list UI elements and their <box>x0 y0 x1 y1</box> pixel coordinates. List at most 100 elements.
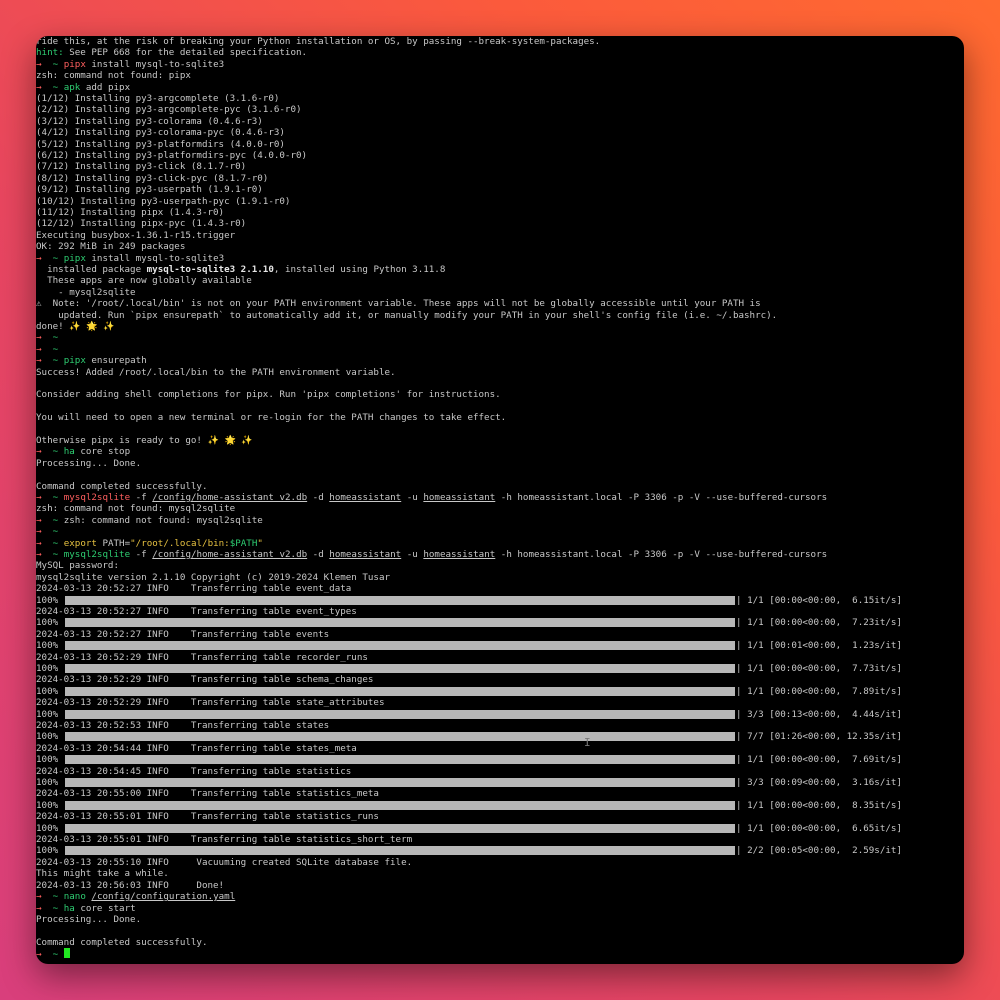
progress-bar <box>65 709 735 719</box>
output-line: These apps are now globally available <box>36 275 252 287</box>
prompt-dir: ~ <box>52 343 59 355</box>
db-path: /config/home-assistant_v2.db <box>152 549 308 560</box>
prompt-dir: ~ <box>52 549 59 560</box>
progress-stats: | 1/1 [00:00<00:00, 6.15it/s] <box>736 594 902 606</box>
text-cursor-icon: I <box>584 736 591 749</box>
progress-stats: | 3/3 [00:13<00:00, 4.44s/it] <box>736 708 902 720</box>
command-name: mysql2sqlite <box>63 492 131 503</box>
terminal-cursor <box>63 948 70 959</box>
command-name: ha <box>63 902 75 914</box>
progress-bar <box>65 664 735 673</box>
db-user: homeassistant <box>423 492 496 503</box>
prompt-line: → ~ <box>36 526 58 537</box>
progress-bar <box>65 595 735 605</box>
output-line: hint: See PEP 668 for the detailed speci… <box>36 47 308 59</box>
progress-percent: 100% <box>36 731 59 743</box>
progress-percent: 100% <box>36 754 59 766</box>
progress-stats: | 1/1 [00:00<00:00, 7.69it/s] <box>736 754 902 766</box>
active-prompt[interactable]: → ~ <box>36 948 70 960</box>
progress-line: 100% | 1/1 [00:00<00:00, 7.89it/s] <box>36 686 964 697</box>
prompt-arrow-icon: → <box>36 514 42 526</box>
progress-stats: | 7/7 [01:26<00:00, 12.35s/it] <box>736 731 902 743</box>
transfer-log-line: 2024-03-13 20:55:01 INFO Transferring ta… <box>36 834 413 845</box>
prompt-arrow-icon: → <box>36 537 42 549</box>
prompt-line: → ~ zsh: command not found: mysql2sqlite <box>36 514 263 526</box>
prompt-dir: ~ <box>52 891 59 903</box>
output-line: Processing... Done. <box>36 457 142 469</box>
progress-line: 100% | 7/7 [01:26<00:00, 12.35s/it] <box>36 731 964 742</box>
progress-percent: 100% <box>36 617 59 629</box>
output-line: (2/12) Installing py3-argcomplete-pyc (3… <box>36 104 302 116</box>
output-line: Processing... Done. <box>36 914 142 925</box>
command-args: ensurepath <box>85 355 147 367</box>
progress-stats: | 3/3 [00:09<00:00, 3.16s/it] <box>736 777 902 788</box>
prompt-line: → ~ <box>36 332 58 343</box>
output-line: zsh: command not found: pipx <box>36 70 191 82</box>
env-var: $PATH <box>229 537 258 549</box>
warning-line: ⚠ Note: '/root/.local/bin' is not on you… <box>36 298 761 310</box>
prompt-arrow-icon: → <box>36 526 42 538</box>
progress-bar <box>65 800 735 810</box>
output-line: OK: 292 MiB in 249 packages <box>36 241 186 253</box>
command-args: install mysql-to-sqlite3 <box>85 252 225 264</box>
progress-bar <box>65 778 735 787</box>
output-line: (10/12) Installing py3-userpath-pyc (1.9… <box>36 195 291 207</box>
output-line: - mysql2sqlite <box>36 286 136 298</box>
prompt-arrow-icon: → <box>36 81 42 93</box>
prompt-dir: ~ <box>52 355 59 367</box>
output-line: 2024-03-13 20:56:03 INFO Done! <box>36 879 225 891</box>
prompt-arrow-icon: → <box>36 343 42 355</box>
prompt-dir: ~ <box>52 81 59 93</box>
progress-line: 100% | 2/2 [00:05<00:00, 2.59s/it] <box>36 845 964 856</box>
command-args: install mysql-to-sqlite3 <box>85 58 225 70</box>
progress-line: 100% | 1/1 [00:01<00:00, 1.23s/it] <box>36 640 964 651</box>
prompt-dir: ~ <box>52 58 59 70</box>
package-name: mysql-to-sqlite3 2.1.10 <box>146 264 274 275</box>
transfer-log-line: 2024-03-13 20:52:27 INFO Transferring ta… <box>36 583 352 595</box>
transfer-log-line: 2024-03-13 20:52:29 INFO Transferring ta… <box>36 697 385 709</box>
transfer-log-line: 2024-03-13 20:52:53 INFO Transferring ta… <box>36 720 330 731</box>
output-line: MySQL password: <box>36 560 119 572</box>
transfer-log-line: 2024-03-13 20:54:45 INFO Transferring ta… <box>36 765 352 777</box>
prompt-arrow-icon: → <box>36 902 42 914</box>
hint-label: hint: <box>36 47 64 59</box>
prompt-arrow-icon: → <box>36 58 42 70</box>
prompt-line: → ~ pipx ensurepath <box>36 355 147 366</box>
prompt-dir: ~ <box>52 537 59 549</box>
output-line: (11/12) Installing pipx (1.4.3-r0) <box>36 207 225 218</box>
command-name: nano <box>63 891 86 903</box>
progress-line: 100% | 1/1 [00:00<00:00, 7.69it/s] <box>36 754 964 765</box>
progress-bar <box>65 618 735 628</box>
progress-line: 100% | 1/1 [00:00<00:00, 7.23it/s] <box>36 617 964 628</box>
output-line: (3/12) Installing py3-colorama (0.4.6-r3… <box>36 115 263 127</box>
prompt-arrow-icon: → <box>36 891 42 903</box>
output-line: (9/12) Installing py3-userpath (1.9.1-r0… <box>36 184 263 196</box>
transfer-log-line: 2024-03-13 20:55:01 INFO Transferring ta… <box>36 811 379 823</box>
terminal-output: ride this, at the risk of breaking your … <box>36 36 964 964</box>
prompt-dir: ~ <box>52 492 59 503</box>
db-user: homeassistant <box>423 549 496 560</box>
terminal-window[interactable]: ride this, at the risk of breaking your … <box>36 36 964 964</box>
progress-percent: 100% <box>36 640 59 652</box>
progress-percent: 100% <box>36 708 59 720</box>
prompt-line: → ~ pipx install mysql-to-sqlite3 <box>36 59 224 70</box>
prompt-dir: ~ <box>52 252 59 264</box>
output-line: ride this, at the risk of breaking your … <box>36 36 601 47</box>
progress-line: 100% | 1/1 [00:00<00:00, 6.65it/s] <box>36 823 964 834</box>
prompt-arrow-icon: → <box>36 492 42 503</box>
progress-line: 100% | 3/3 [00:09<00:00, 3.16s/it] <box>36 777 964 788</box>
output-line: This might take a while. <box>36 868 169 880</box>
prompt-line: → ~ mysql2sqlite -f /config/home-assista… <box>36 492 828 503</box>
command-name: pipx <box>63 355 86 367</box>
output-line: (8/12) Installing py3-click-pyc (8.1.7-r… <box>36 172 269 184</box>
progress-bar <box>65 823 735 833</box>
prompt-line: → ~ pipx install mysql-to-sqlite3 <box>36 253 224 264</box>
command-args: core start <box>74 902 136 914</box>
transfer-log-line: 2024-03-13 20:54:44 INFO Transferring ta… <box>36 742 357 754</box>
db-name: homeassistant <box>329 492 402 503</box>
warning-line: updated. Run `pipx ensurepath` to automa… <box>36 309 778 321</box>
command-name: pipx <box>63 252 86 264</box>
output-line: zsh: command not found: mysql2sqlite <box>36 503 236 515</box>
progress-line: 100% | 1/1 [00:00<00:00, 6.15it/s] <box>36 595 964 606</box>
progress-percent: 100% <box>36 799 59 811</box>
